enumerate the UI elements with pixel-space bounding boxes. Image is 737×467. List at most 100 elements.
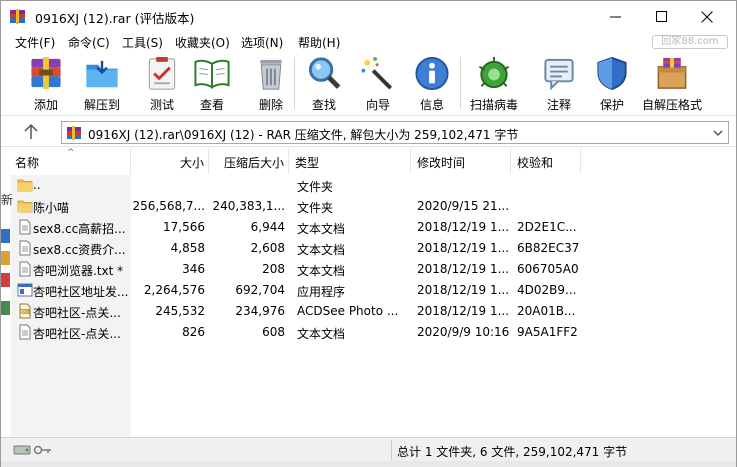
protect-button[interactable]: 保护 bbox=[593, 55, 631, 113]
menu-options[interactable]: 选项(N) bbox=[241, 34, 283, 51]
find-button[interactable]: 查找 bbox=[305, 55, 343, 113]
table-row[interactable]: JPG 杏吧社区-点关... 245,532 234,976 ACDSee Photo … bbox=[11, 301, 736, 322]
menu-help[interactable]: 帮助(H) bbox=[298, 34, 340, 51]
column-header-packed[interactable]: 压缩后大小 bbox=[209, 148, 289, 174]
info-button[interactable]: 信息 bbox=[413, 55, 451, 113]
status-summary: 总计 1 文件夹, 6 文件, 259,102,471 字节 bbox=[397, 445, 628, 459]
wizard-button[interactable]: 向导 bbox=[359, 55, 397, 113]
minimize-button[interactable] bbox=[592, 1, 638, 32]
protect-label: 保护 bbox=[599, 98, 624, 112]
comment-icon bbox=[544, 58, 574, 91]
sort-ascending-icon: ^ bbox=[67, 148, 75, 158]
jpg-file-icon: JPG bbox=[19, 303, 31, 319]
view-book-icon bbox=[194, 59, 230, 89]
folder-icon bbox=[17, 179, 33, 192]
cell-crc: 606705A0 bbox=[517, 262, 579, 276]
column-header-modified-label: 修改时间 bbox=[417, 156, 466, 170]
text-file-icon bbox=[19, 240, 31, 256]
cell-type: 文本文档 bbox=[297, 222, 346, 236]
exe-file-icon bbox=[17, 283, 33, 297]
chevron-down-icon[interactable] bbox=[712, 127, 724, 139]
cell-type: 文件夹 bbox=[297, 201, 334, 215]
comment-button[interactable]: 注释 bbox=[540, 55, 578, 113]
text-file-icon bbox=[19, 324, 31, 340]
cell-modified: 2018/12/19 1... bbox=[417, 283, 509, 297]
view-button[interactable]: 查看 bbox=[193, 55, 231, 113]
cell-size: 826 bbox=[182, 325, 205, 339]
up-arrow-icon[interactable] bbox=[21, 123, 41, 141]
edge-glyph: 新 bbox=[1, 193, 14, 207]
table-row[interactable]: .. 文件夹 bbox=[11, 175, 736, 196]
path-text: 0916XJ (12).rar\0916XJ (12) - RAR 压缩文件, … bbox=[88, 128, 519, 142]
menu-file[interactable]: 文件(F) bbox=[15, 34, 55, 51]
delete-label: 删除 bbox=[258, 98, 283, 112]
cell-name: sex8.cc资费介... bbox=[33, 243, 126, 257]
cell-modified: 2018/12/19 1... bbox=[417, 304, 509, 318]
table-row[interactable]: sex8.cc资费介... 4,858 2,608 文本文档 2018/12/19 1.… bbox=[11, 238, 736, 259]
test-button[interactable]: 测试 bbox=[143, 55, 181, 113]
cell-name: sex8.cc高薪招... bbox=[33, 222, 126, 236]
cell-name: .. bbox=[33, 178, 41, 192]
table-row[interactable]: 陈小喵 256,568,7... 240,383,1... 文件夹 2020/9/15 … bbox=[11, 196, 736, 217]
cell-type: 应用程序 bbox=[297, 285, 346, 299]
toolbar-separator bbox=[294, 57, 295, 109]
cell-size: 346 bbox=[182, 262, 205, 276]
column-header-size[interactable]: 大小 bbox=[131, 148, 209, 174]
cell-packed: 240,383,1... bbox=[212, 199, 285, 213]
column-header-crc[interactable]: 校验和 bbox=[511, 148, 581, 174]
delete-button[interactable]: 删除 bbox=[252, 55, 290, 113]
winrar-window: 0916XJ (12).rar (评估版本) 文件(F) 命令(C) 工具(S)… bbox=[0, 0, 737, 467]
column-header-name[interactable]: 名称 ^ bbox=[11, 148, 131, 174]
table-row[interactable]: 杏吧社区-点关... 826 608 文本文档 2020/9/9 10:16 9A5A1F… bbox=[11, 322, 736, 343]
column-headers: 名称 ^ 大小 压缩后大小 类型 修改时间 校验和 bbox=[11, 148, 736, 174]
toolbar: 添加 解压到 测试 查看 删除 查找 向导 信息 扫描病毒 注释 保护 自解压格… bbox=[1, 53, 736, 116]
trash-icon bbox=[260, 59, 282, 90]
cell-packed: 234,976 bbox=[235, 304, 285, 318]
find-magnifier-icon bbox=[308, 57, 341, 89]
wizard-label: 向导 bbox=[365, 98, 390, 112]
view-label: 查看 bbox=[199, 98, 224, 112]
column-header-type[interactable]: 类型 bbox=[289, 148, 411, 174]
menu-favorites[interactable]: 收藏夹(O) bbox=[175, 34, 230, 51]
add-button[interactable]: 添加 bbox=[27, 55, 65, 113]
path-combobox[interactable]: 0916XJ (12).rar\0916XJ (12) - RAR 压缩文件, … bbox=[61, 121, 729, 144]
toolbar-separator bbox=[460, 57, 461, 109]
cell-modified: 2020/9/9 10:16 bbox=[417, 325, 509, 339]
sfx-label: 自解压格式 bbox=[642, 98, 703, 112]
cell-crc: 2D2E1C... bbox=[517, 220, 577, 234]
column-header-crc-label: 校验和 bbox=[517, 156, 554, 170]
extract-to-label: 解压到 bbox=[83, 98, 120, 112]
status-drive-key-icon bbox=[13, 445, 51, 455]
cell-type: ACDSee Photo ... bbox=[297, 304, 399, 318]
close-button[interactable] bbox=[684, 1, 730, 32]
column-header-modified[interactable]: 修改时间 bbox=[411, 148, 511, 174]
title-bar[interactable]: 0916XJ (12).rar (评估版本) bbox=[1, 1, 736, 32]
test-label: 测试 bbox=[149, 98, 174, 112]
find-label: 查找 bbox=[311, 98, 336, 112]
folder-icon bbox=[17, 200, 33, 213]
sfx-box-icon bbox=[657, 57, 687, 89]
minimize-icon bbox=[609, 16, 621, 18]
column-header-packed-label: 压缩后大小 bbox=[223, 156, 284, 170]
cell-type: 文本文档 bbox=[297, 327, 346, 341]
window-title: 0916XJ (12).rar (评估版本) bbox=[35, 11, 195, 26]
table-row[interactable]: sex8.cc高薪招... 17,566 6,944 文本文档 2018/12/19 1… bbox=[11, 217, 736, 238]
cell-name: 杏吧社区地址发... bbox=[33, 285, 129, 299]
cell-type: 文件夹 bbox=[297, 180, 334, 194]
cell-size: 4,858 bbox=[170, 241, 205, 255]
table-row[interactable]: 杏吧社区地址发... 2,264,576 692,704 应用程序 2018/12/19… bbox=[11, 280, 736, 301]
cell-modified: 2018/12/19 1... bbox=[417, 241, 509, 255]
cell-packed: 692,704 bbox=[235, 283, 285, 297]
table-row[interactable]: 杏吧浏览器.txt * 346 208 文本文档 2018/12/19 1... 6067… bbox=[11, 259, 736, 280]
add-label: 添加 bbox=[33, 98, 58, 112]
virus-scan-button[interactable]: 扫描病毒 bbox=[470, 55, 518, 113]
info-label: 信息 bbox=[419, 98, 444, 112]
menu-tools[interactable]: 工具(S) bbox=[122, 34, 163, 51]
info-icon bbox=[415, 56, 449, 91]
column-header-type-label: 类型 bbox=[295, 156, 320, 170]
menu-command[interactable]: 命令(C) bbox=[68, 34, 110, 51]
extract-to-button[interactable]: 解压到 bbox=[83, 55, 121, 113]
sfx-button[interactable]: 自解压格式 bbox=[642, 55, 702, 113]
maximize-button[interactable] bbox=[638, 1, 684, 32]
column-header-size-label: 大小 bbox=[179, 156, 204, 170]
